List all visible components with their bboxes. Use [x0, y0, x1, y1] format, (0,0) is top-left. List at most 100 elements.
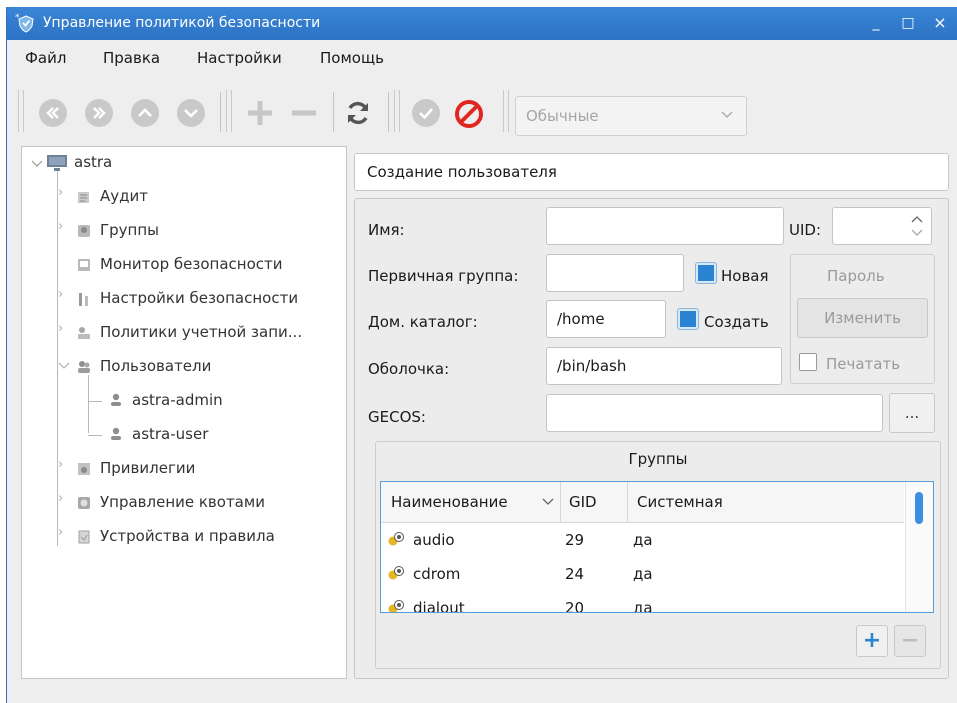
add-icon[interactable] — [243, 96, 277, 130]
chevron-right-icon[interactable]: › — [58, 491, 63, 506]
toolbar-grip — [394, 90, 400, 132]
tree-label: Монитор безопасности — [100, 255, 283, 273]
menu-file[interactable]: Файл — [25, 49, 66, 67]
chevron-right-icon[interactable]: › — [58, 457, 63, 472]
filter-value: Обычные — [526, 107, 599, 125]
column-header-system[interactable]: Системная — [637, 493, 723, 511]
toolbar: Обычные — [7, 74, 957, 142]
user-icon — [111, 427, 121, 440]
chevron-down-icon[interactable] — [30, 157, 44, 171]
tree-line — [88, 401, 102, 402]
privileges-icon — [78, 463, 90, 475]
new-group-checkbox[interactable] — [696, 263, 716, 283]
tree-label: Пользователи — [100, 357, 212, 375]
menu-help[interactable]: Помощь — [320, 49, 384, 67]
minimize-button[interactable]: _ — [865, 12, 887, 34]
first-icon[interactable] — [39, 99, 67, 127]
maximize-button[interactable]: □ — [897, 12, 919, 34]
name-input[interactable] — [546, 207, 784, 245]
menu-bar: Файл Правка Настройки Помощь — [7, 40, 957, 74]
table-row[interactable]: dialout 20 да — [381, 591, 904, 613]
spin-arrows-icon[interactable] — [910, 212, 924, 240]
change-password-button[interactable]: Изменить — [797, 298, 928, 338]
primary-group-label: Первичная группа: — [368, 267, 519, 285]
home-input[interactable]: /home — [546, 300, 666, 338]
account-policy-icon — [78, 327, 90, 339]
svg-text:*: * — [15, 13, 20, 23]
plus-icon: + — [862, 628, 882, 653]
gecos-input[interactable] — [546, 394, 883, 432]
down-icon[interactable] — [177, 99, 205, 127]
sort-down-icon[interactable] — [541, 496, 555, 508]
gecos-browse-button[interactable]: ... — [889, 393, 935, 433]
shell-input[interactable]: /bin/bash — [546, 347, 782, 385]
print-checkbox[interactable] — [799, 353, 817, 371]
remove-icon[interactable] — [287, 96, 321, 130]
title-bar: * Управление политикой безопасности _ □ … — [7, 7, 957, 40]
tree-label: Политики учетной запи... — [100, 323, 303, 341]
groups-table[interactable]: Наименование GID Системная audio 29 да c… — [380, 481, 934, 613]
tree-label: Группы — [100, 221, 160, 239]
cell-gid: 24 — [565, 565, 585, 583]
last-icon[interactable] — [85, 99, 113, 127]
scrollbar-thumb[interactable] — [915, 492, 923, 524]
create-home-label: Создать — [704, 313, 769, 331]
remove-group-button[interactable]: − — [894, 625, 926, 657]
refresh-icon[interactable] — [341, 96, 375, 130]
app-window: * Управление политикой безопасности _ □ … — [6, 7, 957, 703]
monitor-icon — [78, 259, 90, 271]
group-icon — [388, 600, 404, 612]
toolbar-separator — [333, 92, 334, 132]
up-icon[interactable] — [131, 99, 159, 127]
shell-label: Оболочка: — [368, 360, 450, 378]
groups-title: Группы — [628, 450, 688, 468]
tree-label: Устройства и правила — [100, 527, 275, 545]
apply-icon[interactable] — [412, 99, 440, 127]
tree-label: astra-user — [132, 425, 209, 443]
chevron-right-icon[interactable]: › — [58, 287, 63, 302]
tree-line — [88, 435, 102, 436]
chevron-right-icon[interactable]: › — [58, 321, 63, 336]
column-header-gid[interactable]: GID — [569, 493, 597, 511]
toolbar-grip — [18, 90, 24, 132]
toolbar-grip — [226, 90, 232, 132]
table-row[interactable]: audio 29 да — [381, 523, 904, 557]
new-group-label: Новая — [721, 267, 769, 285]
cell-gid: 29 — [565, 531, 585, 549]
chevron-right-icon[interactable]: › — [58, 185, 63, 200]
table-header: Наименование GID Системная — [381, 482, 904, 523]
home-value: /home — [557, 310, 605, 328]
vertical-scrollbar[interactable] — [905, 482, 933, 612]
tree-label: Аудит — [100, 187, 148, 205]
panel-title: Создание пользователя — [354, 153, 949, 191]
chevron-right-icon[interactable]: › — [58, 219, 63, 234]
tree-label-root: astra — [74, 153, 113, 171]
panel-title-text: Создание пользователя — [367, 163, 557, 181]
cell-system: да — [633, 565, 653, 583]
toolbar-grip — [503, 90, 509, 132]
create-home-checkbox[interactable] — [678, 309, 698, 329]
uid-spinbox[interactable] — [832, 207, 932, 245]
audit-icon — [78, 192, 89, 203]
status-bar — [7, 683, 957, 703]
add-group-button[interactable]: + — [856, 625, 888, 657]
name-label: Имя: — [368, 221, 405, 239]
quota-icon — [78, 497, 90, 509]
close-button[interactable]: × — [929, 12, 951, 34]
user-icon — [111, 393, 121, 406]
cell-system: да — [633, 531, 653, 549]
filter-combobox[interactable]: Обычные — [515, 96, 747, 136]
table-row[interactable]: cdrom 24 да — [381, 557, 904, 591]
cell-gid: 20 — [565, 599, 585, 613]
chevron-right-icon[interactable]: › — [58, 525, 63, 540]
cancel-icon[interactable] — [453, 98, 485, 130]
toolbar-separator — [388, 92, 389, 132]
menu-settings[interactable]: Настройки — [197, 49, 282, 67]
menu-edit[interactable]: Правка — [103, 49, 160, 67]
chevron-down-icon[interactable] — [58, 360, 70, 372]
users-icon — [78, 361, 90, 373]
settings-icon — [79, 293, 88, 306]
column-header-name[interactable]: Наименование — [391, 493, 508, 511]
password-label: Пароль — [827, 267, 885, 285]
primary-group-input[interactable] — [546, 254, 684, 292]
